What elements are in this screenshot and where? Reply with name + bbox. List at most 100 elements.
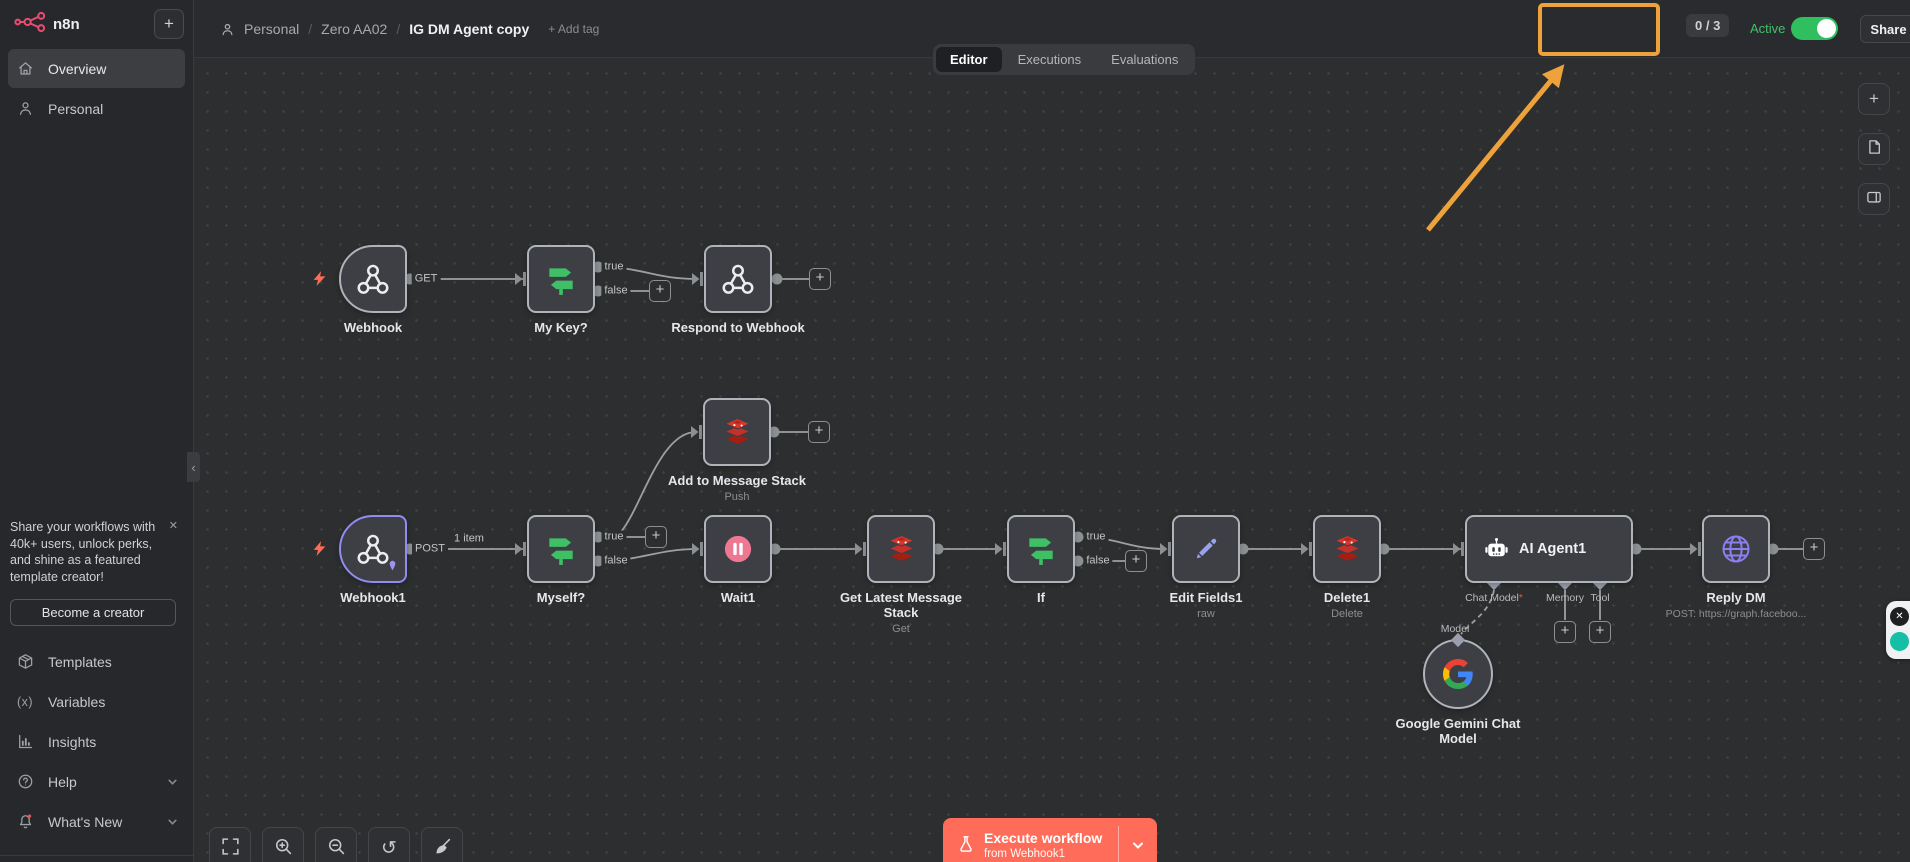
add-node-endpoint[interactable]: + bbox=[645, 526, 667, 548]
switch-icon bbox=[544, 532, 578, 566]
canvas-side-toolbar: + bbox=[1858, 83, 1890, 215]
add-node-button[interactable]: + bbox=[1858, 83, 1890, 115]
tab-evaluations[interactable]: Evaluations bbox=[1097, 47, 1192, 72]
zoom-out-button[interactable] bbox=[315, 827, 357, 862]
node-ai-agent1[interactable]: AI Agent1 bbox=[1465, 515, 1633, 583]
node-subtitle: raw bbox=[1197, 608, 1215, 620]
sidebar-item-label: Templates bbox=[48, 654, 112, 670]
connection-label: 1 item bbox=[451, 533, 487, 546]
sidebar-nav-bottom: Templates (x)VariablesInsightsHelp What's … bbox=[0, 641, 193, 842]
globe-icon bbox=[1720, 533, 1752, 565]
node-webhook[interactable] bbox=[339, 245, 407, 313]
user-icon bbox=[15, 100, 35, 117]
workflow-active-toggle[interactable] bbox=[1791, 17, 1838, 40]
trigger-bolt-icon bbox=[311, 270, 328, 292]
sidebar-item-variables[interactable]: (x)Variables bbox=[8, 682, 185, 721]
become-creator-button[interactable]: Become a creator bbox=[10, 599, 176, 626]
add-node-endpoint[interactable]: + bbox=[1803, 538, 1825, 560]
tab-executions[interactable]: Executions bbox=[1004, 47, 1096, 72]
node-wait1[interactable] bbox=[704, 515, 772, 583]
create-workflow-button[interactable]: + bbox=[154, 9, 184, 39]
sidebar-item-label: Personal bbox=[48, 101, 103, 117]
connection-label: false bbox=[1083, 555, 1112, 568]
connection-label: GET bbox=[412, 273, 441, 286]
node-get-latest-message-stack[interactable] bbox=[867, 515, 935, 583]
zoom-in-button[interactable] bbox=[262, 827, 304, 862]
node-delete1[interactable] bbox=[1313, 515, 1381, 583]
undo-icon: ↺ bbox=[381, 839, 397, 858]
toggle-knob bbox=[1817, 19, 1836, 38]
sticky-note-button[interactable] bbox=[1858, 133, 1890, 165]
execute-workflow-button[interactable]: Execute workflow from Webhook1 bbox=[943, 818, 1157, 862]
add-node-endpoint[interactable]: + bbox=[809, 268, 831, 290]
chevron-down-icon bbox=[167, 778, 178, 786]
sidebar-item-insights[interactable]: Insights bbox=[8, 722, 185, 761]
extension-close-icon[interactable]: ✕ bbox=[1890, 607, 1909, 626]
sidebar-item-help[interactable]: Help bbox=[8, 762, 185, 801]
insights-icon bbox=[15, 733, 35, 750]
canvas-toolbar: ↺ bbox=[209, 827, 463, 862]
close-icon[interactable]: ✕ bbox=[169, 519, 178, 532]
add-tag-button[interactable]: + Add tag bbox=[548, 22, 599, 36]
templates-icon bbox=[15, 653, 35, 670]
layout-panel-button[interactable] bbox=[1858, 183, 1890, 215]
node-label: Edit Fields1 bbox=[1170, 590, 1243, 605]
add-node-endpoint[interactable]: + bbox=[1554, 621, 1576, 643]
node-google-gemini-chat-model[interactable] bbox=[1423, 639, 1493, 709]
fit-view-button[interactable] bbox=[209, 827, 251, 862]
sticky-note-icon bbox=[1865, 138, 1883, 161]
sidebar-item-overview[interactable]: Overview bbox=[8, 49, 185, 88]
sidebar-item-label: What's New bbox=[48, 814, 122, 830]
node-subtitle: POST: https://graph.faceboo... bbox=[1649, 608, 1824, 620]
tidy-up-button[interactable] bbox=[421, 827, 463, 862]
workflow-title[interactable]: IG DM Agent copy bbox=[409, 21, 529, 37]
extension-chat-icon[interactable] bbox=[1890, 632, 1909, 651]
node-inner-label: AI Agent1 bbox=[1519, 541, 1586, 557]
redis-icon bbox=[1331, 533, 1364, 566]
node-layer: ++++++++GETtruefalsePOST1 itemtruefalset… bbox=[0, 0, 1910, 862]
add-node-endpoint[interactable]: + bbox=[1589, 621, 1611, 643]
sidebar-divider bbox=[0, 855, 193, 856]
view-tabs: EditorExecutionsEvaluations bbox=[933, 44, 1195, 75]
node-reply-dm[interactable] bbox=[1702, 515, 1770, 583]
node-edit-fields1[interactable] bbox=[1172, 515, 1240, 583]
breadcrumb: Personal / Zero AA02 / IG DM Agent copy … bbox=[220, 0, 599, 58]
node-if[interactable] bbox=[1007, 515, 1075, 583]
execute-options-chevron[interactable] bbox=[1119, 841, 1157, 850]
add-node-endpoint[interactable]: + bbox=[808, 421, 830, 443]
add-node-icon: + bbox=[1869, 89, 1879, 109]
webhook-icon bbox=[719, 260, 757, 298]
connector-label: Tool bbox=[1590, 592, 1609, 604]
node-my-key[interactable] bbox=[527, 245, 595, 313]
chevron-down-icon bbox=[167, 818, 178, 826]
node-webhook1[interactable] bbox=[339, 515, 407, 583]
connection-label: true bbox=[602, 261, 627, 274]
creator-promo-card: ✕ Share your workflows with 40k+ users, … bbox=[10, 519, 180, 626]
fit-view-icon bbox=[221, 837, 240, 859]
sidebar-collapse-handle[interactable]: ‹ bbox=[187, 452, 200, 482]
sidebar-item-whats-new[interactable]: What's New bbox=[8, 802, 185, 841]
sidebar-item-personal[interactable]: Personal bbox=[8, 89, 185, 128]
node-subtitle: Get bbox=[892, 623, 910, 635]
connection-label: POST bbox=[412, 543, 448, 556]
pinned-data-icon bbox=[387, 558, 398, 576]
switch-icon bbox=[1024, 532, 1058, 566]
add-node-endpoint[interactable]: + bbox=[649, 280, 671, 302]
node-label: Webhook1 bbox=[340, 590, 406, 605]
add-node-endpoint[interactable]: + bbox=[1125, 550, 1147, 572]
connector-label: Memory bbox=[1546, 592, 1584, 604]
tab-editor[interactable]: Editor bbox=[936, 47, 1002, 72]
node-add-to-message-stack[interactable] bbox=[703, 398, 771, 466]
undo-button[interactable]: ↺ bbox=[368, 827, 410, 862]
share-button[interactable]: Share bbox=[1860, 15, 1910, 43]
connection-label: false bbox=[601, 555, 630, 568]
breadcrumb-folder[interactable]: Zero AA02 bbox=[321, 21, 387, 37]
redis-icon bbox=[721, 416, 754, 449]
node-subtitle: Push bbox=[724, 491, 749, 503]
node-respond-to-webhook[interactable] bbox=[704, 245, 772, 313]
breadcrumb-project[interactable]: Personal bbox=[244, 21, 299, 37]
browser-extension-widget: ✕ bbox=[1886, 601, 1910, 659]
sidebar-item-templates[interactable]: Templates bbox=[8, 642, 185, 681]
active-toggle-label: Active bbox=[1750, 21, 1785, 36]
node-myself[interactable] bbox=[527, 515, 595, 583]
